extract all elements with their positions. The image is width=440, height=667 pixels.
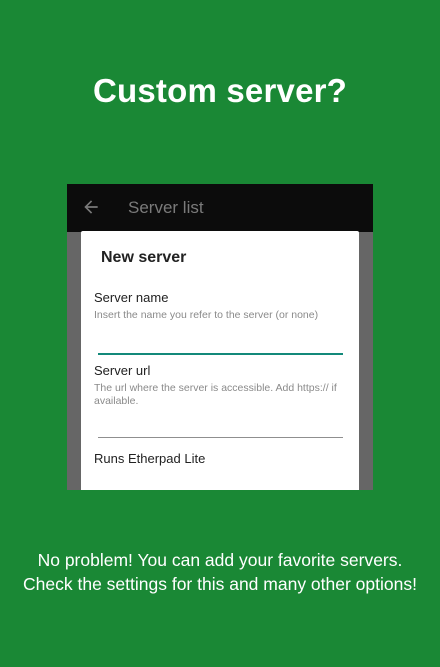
server-url-input[interactable]: [98, 421, 343, 435]
etherpad-lite-toggle[interactable]: Runs Etherpad Lite: [94, 451, 205, 466]
server-url-hint: The url where the server is accessible. …: [94, 382, 337, 407]
appbar-title: Server list: [128, 198, 204, 217]
app-screenshot: Server list New server Server name Inser…: [67, 184, 373, 490]
server-name-underline: [98, 353, 343, 355]
caption: No problem! You can add your favorite se…: [23, 550, 417, 594]
arrow-back-icon[interactable]: [81, 197, 101, 217]
server-name-label: Server name: [94, 290, 169, 305]
server-name-hint: Insert the name you refer to the server …: [94, 309, 319, 321]
server-url-label: Server url: [94, 363, 151, 378]
dialog-title: New server: [101, 249, 187, 266]
server-name-input[interactable]: [98, 337, 343, 351]
new-server-dialog: New server Server name Insert the name y…: [81, 231, 359, 490]
headline: Custom server?: [92, 72, 348, 109]
app-bar: Server list: [67, 184, 373, 232]
server-url-underline: [98, 437, 343, 438]
